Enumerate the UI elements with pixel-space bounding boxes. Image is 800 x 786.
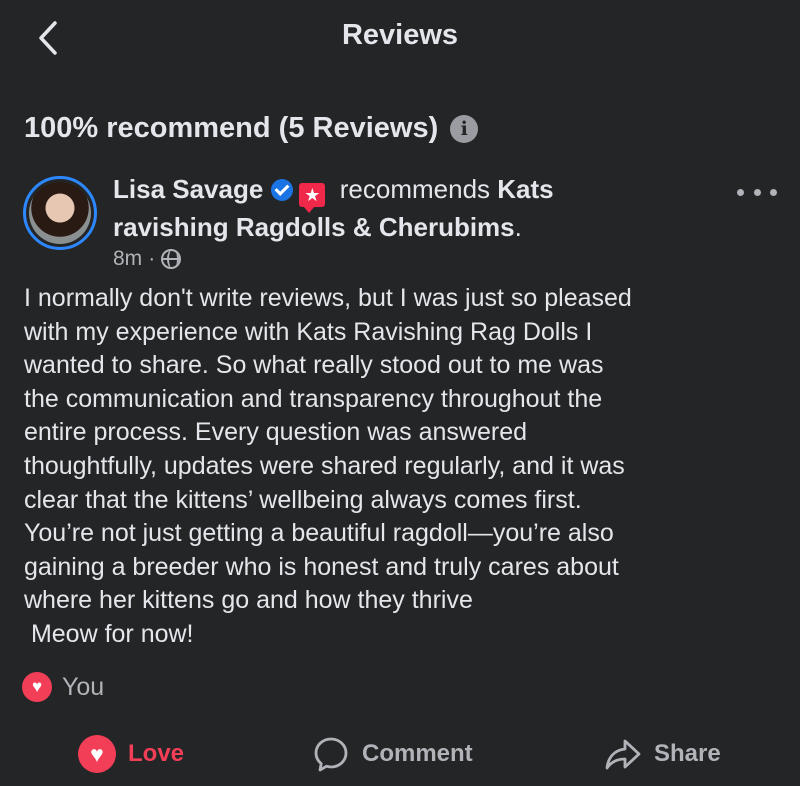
love-button[interactable]: ♥ Love [78,726,184,782]
more-dot-icon [770,188,777,196]
reaction-by: You [62,672,105,701]
share-icon [605,739,641,770]
review-meta: 8m · [113,247,182,271]
review-line: You’re not just getting a beautiful ragd… [24,519,614,548]
avatar-photo [29,182,91,244]
recommend-summary-text: 100% recommend (5 Reviews) [24,112,439,144]
avatar[interactable] [23,176,97,250]
globe-icon [161,249,182,269]
recommend-summary: 100% recommend (5 Reviews) i [24,112,479,145]
share-label: Share [654,740,721,767]
verified-badge-icon [271,179,294,201]
review-body: I normally don't write reviews, but I wa… [24,282,784,652]
top-bar: Reviews [0,0,800,76]
page-name-part2[interactable]: ravishing Ragdolls & Cherubims [113,212,515,242]
comment-icon [314,737,348,772]
review-line: wanted to share. So what really stood ou… [24,351,604,380]
review-line: the communication and transparency throu… [24,384,603,413]
heart-icon: ♥ [78,735,116,773]
meta-separator: · [148,247,156,270]
share-button[interactable]: Share [604,726,721,782]
review-line: I normally don't write reviews, but I wa… [24,284,632,312]
reactions-summary[interactable]: ♥ You [22,672,104,702]
author-name[interactable]: Lisa Savage [113,174,263,204]
review-header-line-1: Lisa Savage ★ recommends Kats [113,172,733,213]
review-line: with my experience with Kats Ravishing R… [24,317,593,346]
review-line: thoughtfully, updates were shared regula… [24,451,625,480]
heart-icon: ♥ [22,672,52,702]
comment-button[interactable]: Comment [312,726,473,782]
review-line: where her kittens go and how they thrive [24,586,473,615]
page-name-suffix: . [514,212,522,242]
more-dot-icon [737,188,744,196]
review-header-line-2: ravishing Ragdolls & Cherubims. [113,210,733,244]
page-title: Reviews [341,19,459,51]
more-options-button[interactable] [737,186,777,198]
page-name-part1[interactable]: Kats [497,174,553,204]
more-dot-icon [753,188,761,196]
review-line: gaining a breeder who is honest and trul… [24,552,619,581]
action-bar: ♥ Love Comment Share [0,726,800,786]
love-label: Love [128,740,185,767]
recommend-star-icon: ★ [299,183,326,213]
review-line: Meow for now! [24,619,194,648]
info-icon[interactable]: i [450,114,479,143]
recommends-text: recommends [339,174,491,204]
review-line: clear that the kittens’ wellbeing always… [24,485,582,514]
timestamp[interactable]: 8m [113,247,142,271]
review-line: entire process. Every question was answe… [24,418,528,447]
comment-label: Comment [362,740,473,767]
